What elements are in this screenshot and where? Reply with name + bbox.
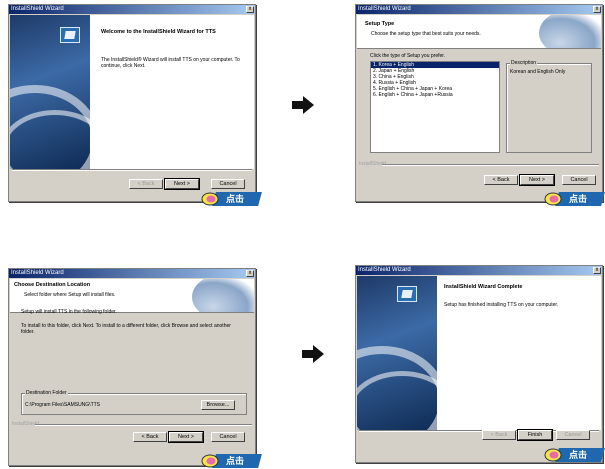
destination-folder-label: Destination Folder: [25, 390, 68, 396]
click-label: 点击: [569, 194, 588, 204]
back-button[interactable]: < Back: [482, 430, 516, 440]
close-button[interactable]: x: [246, 270, 254, 277]
title-bar: InstallShield Wizard x: [356, 5, 602, 14]
back-button[interactable]: < Back: [133, 432, 167, 442]
setup-type-subheading: Choose the setup type that best suits yo…: [371, 31, 481, 37]
cancel-button[interactable]: Cancel: [211, 432, 245, 442]
back-button[interactable]: < Back: [129, 179, 163, 189]
complete-dialog: InstallShield Wizard x InstallShield Wiz…: [355, 265, 603, 463]
title-bar: InstallShield Wizard x: [9, 269, 255, 278]
destination-subheading: Select folder where Setup will install f…: [24, 292, 116, 298]
title-bar: InstallShield Wizard x: [356, 266, 602, 275]
installer-box-icon: [397, 286, 417, 302]
setup-type-list[interactable]: 1. Korea + English 2. Japan + English 3.…: [370, 61, 500, 153]
close-button[interactable]: x: [593, 267, 601, 274]
window-title: InstallShield Wizard: [11, 270, 64, 276]
arrow-right-icon: [292, 96, 314, 114]
welcome-body: The InstallShield® Wizard will install T…: [101, 57, 240, 69]
pointer-cursor-icon: [544, 448, 562, 462]
dialog-header: Choose Destination Location Select folde…: [10, 279, 254, 313]
click-badge: 点击: [543, 445, 605, 463]
window-title: InstallShield Wizard: [358, 6, 411, 12]
destination-folder-path: C:\Program Files\SAMSUNG\TTS: [25, 402, 101, 408]
back-button[interactable]: < Back: [484, 175, 518, 185]
wizard-sidebar-graphic: [10, 15, 90, 169]
setup-type-dialog: InstallShield Wizard x Setup Type Choose…: [355, 4, 603, 202]
close-button[interactable]: x: [593, 6, 601, 13]
window-title: InstallShield Wizard: [11, 6, 64, 12]
destination-line2: To install to this folder, click Next. T…: [21, 323, 231, 335]
installer-box-icon: [60, 27, 80, 43]
finish-button[interactable]: Finish: [517, 429, 553, 441]
welcome-heading: Welcome to the InstallShield Wizard for …: [101, 29, 216, 35]
welcome-dialog: InstallShield Wizard x Welcome to the In…: [8, 4, 256, 202]
description-label: Description: [510, 60, 538, 66]
complete-heading: InstallShield Wizard Complete: [444, 284, 523, 290]
cancel-button[interactable]: Cancel: [211, 179, 245, 189]
click-badge: 点击: [200, 451, 262, 469]
next-button[interactable]: Next >: [168, 431, 204, 443]
click-label: 点击: [569, 450, 588, 460]
destination-heading: Choose Destination Location: [14, 282, 91, 288]
click-badge: 点击: [543, 189, 605, 207]
destination-line1: Setup will install TTS in the following …: [21, 309, 117, 315]
click-badge: 点击: [200, 189, 262, 207]
setup-type-prompt: Click the type of Setup you prefer.: [370, 53, 446, 59]
pointer-cursor-icon: [544, 192, 562, 206]
pointer-cursor-icon: [201, 454, 219, 468]
dialog-header: Setup Type Choose the setup type that be…: [357, 15, 601, 49]
browse-button[interactable]: Browse...: [201, 400, 235, 410]
title-bar: InstallShield Wizard x: [9, 5, 255, 14]
setup-option[interactable]: 6. English + China + Japan +Russia: [371, 92, 499, 98]
next-button[interactable]: Next >: [164, 178, 200, 190]
complete-body: Setup has finished installing TTS on you…: [444, 302, 559, 308]
description-group: [506, 63, 592, 153]
close-button[interactable]: x: [246, 6, 254, 13]
next-button[interactable]: Next >: [519, 174, 555, 186]
arrow-right-icon: [302, 345, 324, 363]
setup-type-heading: Setup Type: [365, 21, 395, 27]
description-text: Korean and English Only: [510, 69, 566, 75]
click-label: 点击: [226, 194, 245, 204]
window-title: InstallShield Wizard: [358, 267, 411, 273]
wizard-sidebar-graphic: [357, 276, 437, 430]
cancel-button[interactable]: Cancel: [562, 175, 596, 185]
click-label: 点击: [226, 456, 245, 466]
pointer-cursor-icon: [201, 192, 219, 206]
cancel-button[interactable]: Cancel: [556, 430, 590, 440]
destination-dialog: InstallShield Wizard x Choose Destinatio…: [8, 268, 256, 466]
